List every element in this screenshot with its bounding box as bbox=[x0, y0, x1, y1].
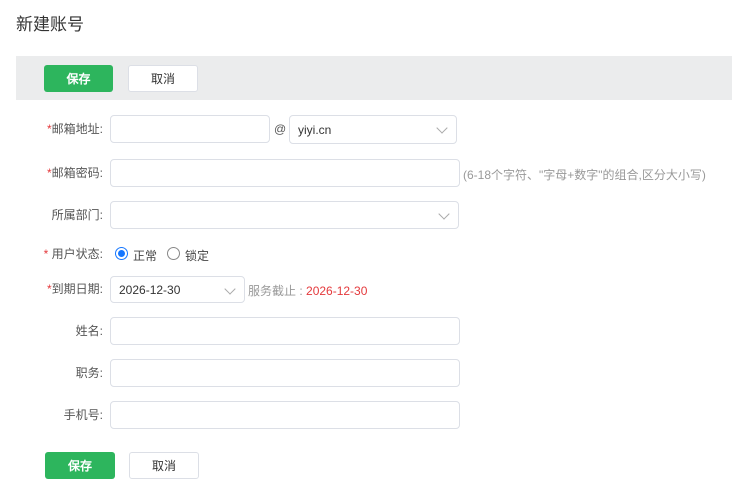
expiry-date-select[interactable]: 2026-12-30 bbox=[110, 276, 245, 303]
department-select[interactable] bbox=[110, 201, 459, 229]
expiry-label: *到期日期: bbox=[46, 282, 103, 296]
expiry-date-value: 2026-12-30 bbox=[119, 282, 181, 297]
cancel-button-top[interactable]: 取消 bbox=[128, 65, 198, 92]
save-button-top[interactable]: 保存 bbox=[44, 65, 113, 92]
domain-value: yiyi.cn bbox=[298, 122, 332, 137]
password-input[interactable] bbox=[110, 159, 460, 187]
toolbar bbox=[16, 56, 732, 100]
department-label: 所属部门: bbox=[51, 208, 103, 222]
phone-label: 手机号: bbox=[63, 408, 103, 422]
name-input[interactable] bbox=[110, 317, 460, 345]
email-label: *邮箱地址: bbox=[46, 122, 103, 136]
status-radio-normal[interactable] bbox=[115, 247, 128, 260]
status-label: * 用户状态: bbox=[43, 247, 103, 261]
email-input[interactable] bbox=[110, 115, 270, 143]
status-radio-locked[interactable] bbox=[167, 247, 180, 260]
at-sign: @ bbox=[274, 122, 287, 136]
password-hint: (6-18个字符、"字母+数字"的组合,区分大小写) bbox=[463, 168, 706, 182]
chevron-down-icon bbox=[438, 208, 450, 220]
cancel-button-bottom[interactable]: 取消 bbox=[129, 452, 199, 479]
position-label: 职务: bbox=[75, 366, 103, 380]
service-deadline: 服务截止 : 2026-12-30 bbox=[248, 284, 368, 298]
status-option-locked[interactable]: 锁定 bbox=[185, 247, 209, 264]
save-button-bottom[interactable]: 保存 bbox=[45, 452, 115, 479]
chevron-down-icon bbox=[224, 283, 236, 295]
status-option-normal[interactable]: 正常 bbox=[133, 247, 157, 264]
password-label: *邮箱密码: bbox=[46, 166, 103, 180]
position-input[interactable] bbox=[110, 359, 460, 387]
page-title: 新建账号 bbox=[16, 15, 84, 34]
domain-select[interactable]: yiyi.cn bbox=[289, 115, 457, 144]
phone-input[interactable] bbox=[110, 401, 460, 429]
chevron-down-icon bbox=[436, 122, 448, 134]
name-label: 姓名: bbox=[75, 324, 103, 338]
